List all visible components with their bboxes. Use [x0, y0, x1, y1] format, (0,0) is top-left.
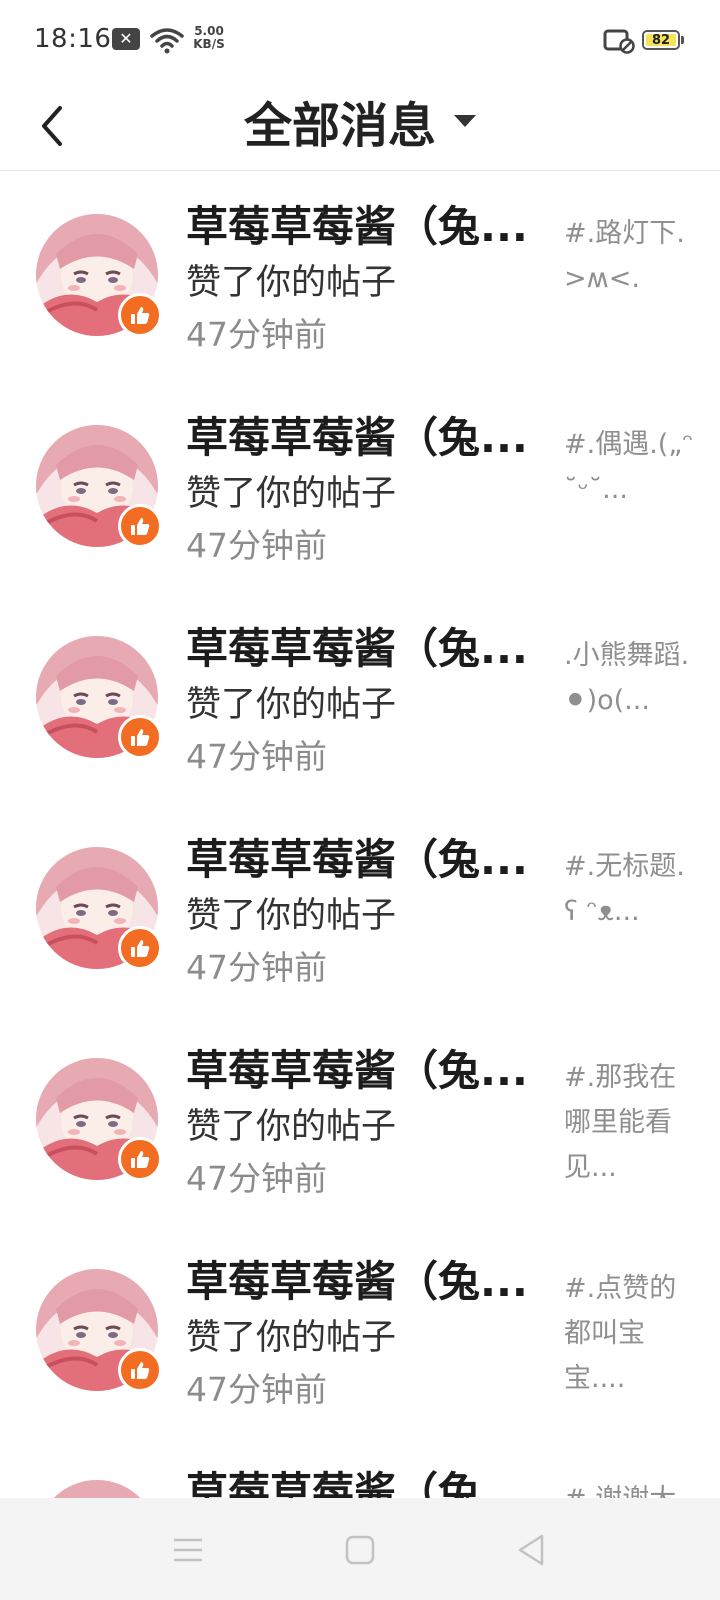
post-preview[interactable]: #.那我在哪里能看见...	[564, 1055, 694, 1190]
user-name[interactable]: 草莓草莓酱（兔...	[186, 1248, 526, 1309]
timestamp: 47分钟前	[186, 948, 327, 987]
timestamp: 47分钟前	[186, 737, 327, 776]
post-preview[interactable]: #.点赞的都叫宝宝....	[564, 1266, 694, 1401]
network-speed-unit: KB/S	[193, 37, 225, 51]
thumbs-up-icon	[131, 307, 150, 324]
post-preview[interactable]: #.路灯下.>ʍ<.	[564, 211, 694, 301]
status-time: 18:16	[34, 24, 112, 54]
action-text: 赞了你的帖子	[186, 896, 397, 936]
home-square-icon[interactable]	[340, 1530, 380, 1570]
thumbs-up-icon	[131, 729, 150, 746]
title-dropdown[interactable]: 全部消息	[0, 86, 720, 156]
post-preview[interactable]: .小熊舞蹈.⚫)o(...	[564, 633, 694, 723]
thumbs-up-icon	[131, 518, 150, 535]
thumbs-up-icon	[131, 1362, 150, 1379]
action-text: 赞了你的帖子	[186, 1318, 397, 1358]
notification-x-icon: ✕	[112, 28, 140, 50]
sim-card-off-icon	[603, 29, 635, 54]
post-preview[interactable]: #.无标题.ʕ ᵔᴥ...	[564, 844, 694, 934]
post-preview[interactable]: #.谢谢大家	[564, 1477, 694, 1498]
network-speed: 5.00 KB/S	[189, 25, 229, 51]
like-badge	[118, 1137, 162, 1181]
battery-tip	[681, 36, 684, 44]
notification-row[interactable]: 草莓草莓酱（兔... 赞了你的帖子 47分钟前 #.点赞的都叫宝宝....	[0, 1226, 720, 1437]
notification-row[interactable]: 草莓草莓酱（兔... 赞了你的帖子 47分钟前 #.路灯下.>ʍ<.	[0, 171, 720, 382]
action-text: 赞了你的帖子	[186, 685, 397, 725]
like-badge	[118, 715, 162, 759]
user-name[interactable]: 草莓草莓酱（兔...	[186, 193, 526, 254]
battery-level: 82	[646, 34, 676, 47]
avatar-illustration	[36, 1480, 158, 1498]
timestamp: 47分钟前	[186, 1159, 327, 1198]
system-nav-bar	[0, 1498, 720, 1600]
like-badge	[118, 504, 162, 548]
thumbs-up-icon	[131, 940, 150, 957]
like-badge	[118, 1348, 162, 1392]
user-name[interactable]: 草莓草莓酱（兔...	[186, 404, 526, 465]
notification-row[interactable]: 草莓草莓酱（兔... 赞了你的帖子 47分钟前 .小熊舞蹈.⚫)o(...	[0, 593, 720, 804]
action-text: 赞了你的帖子	[186, 263, 397, 303]
notification-row[interactable]: 草莓草莓酱（兔... 赞了你的帖子 47分钟前 #.谢谢大家	[0, 1437, 720, 1498]
user-name[interactable]: 草莓草莓酱（兔...	[186, 826, 526, 887]
notification-row[interactable]: 草莓草莓酱（兔... 赞了你的帖子 47分钟前 #.那我在哪里能看见...	[0, 1015, 720, 1226]
action-text: 赞了你的帖子	[186, 474, 397, 514]
timestamp: 47分钟前	[186, 1370, 327, 1409]
user-name[interactable]: 草莓草莓酱（兔...	[186, 615, 526, 676]
post-preview[interactable]: #.偶遇.(„ᵔ ˘ᵕ˘...	[564, 422, 694, 512]
battery-icon: 82	[642, 30, 680, 50]
menu-icon[interactable]	[168, 1530, 208, 1570]
like-badge	[118, 926, 162, 970]
caret-down-icon	[454, 115, 476, 127]
status-bar: 18:16 ✕ 5.00 KB/S 82	[0, 0, 720, 80]
user-name[interactable]: 草莓草莓酱（兔...	[186, 1459, 526, 1498]
wifi-icon	[150, 28, 184, 54]
page-title: 全部消息	[243, 98, 436, 154]
action-text: 赞了你的帖子	[186, 1107, 397, 1147]
avatar[interactable]	[36, 1480, 158, 1498]
timestamp: 47分钟前	[186, 526, 327, 565]
timestamp: 47分钟前	[186, 315, 327, 354]
notification-row[interactable]: 草莓草莓酱（兔... 赞了你的帖子 47分钟前 #.无标题.ʕ ᵔᴥ...	[0, 804, 720, 1015]
notification-row[interactable]: 草莓草莓酱（兔... 赞了你的帖子 47分钟前 #.偶遇.(„ᵔ ˘ᵕ˘...	[0, 382, 720, 593]
thumbs-up-icon	[131, 1151, 150, 1168]
header: 全部消息	[0, 80, 720, 171]
back-triangle-icon[interactable]	[512, 1530, 552, 1570]
like-badge	[118, 293, 162, 337]
user-name[interactable]: 草莓草莓酱（兔...	[186, 1037, 526, 1098]
notification-list[interactable]: 草莓草莓酱（兔... 赞了你的帖子 47分钟前 #.路灯下.>ʍ<. 草莓草莓酱…	[0, 171, 720, 1498]
